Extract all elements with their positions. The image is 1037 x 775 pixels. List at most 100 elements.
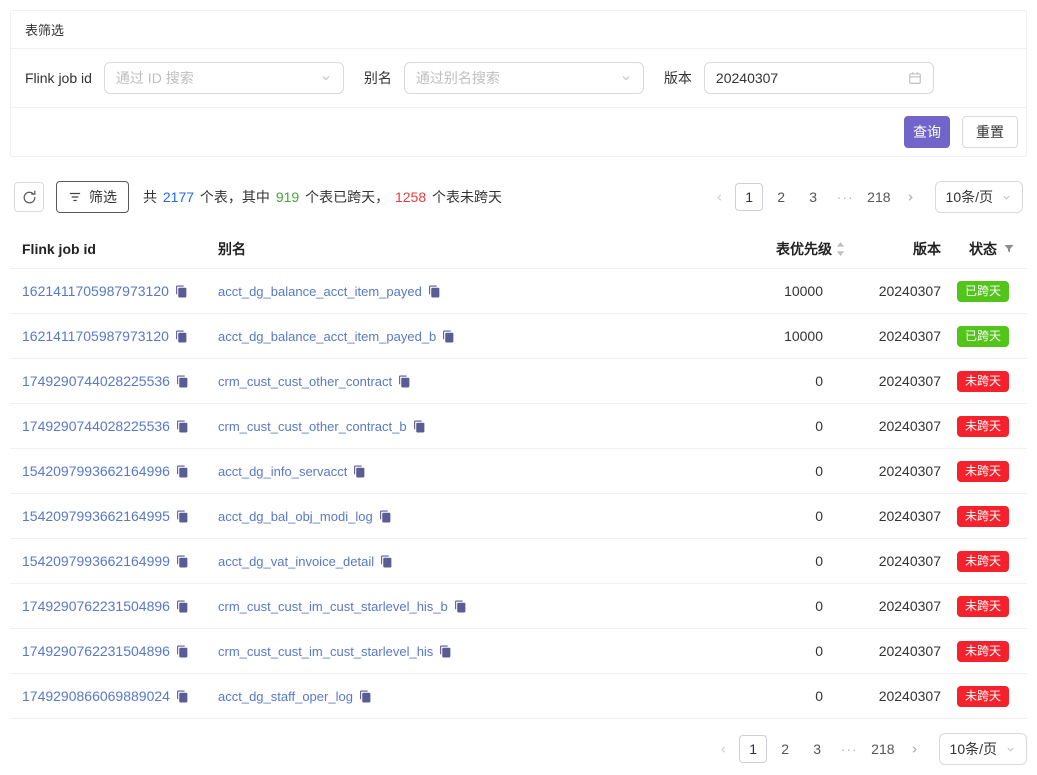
flink-job-id-field: Flink job id 通过 ID 搜索 <box>25 62 344 94</box>
total-count: 2177 <box>163 189 194 205</box>
refresh-button[interactable] <box>14 182 44 212</box>
flink-job-id-select[interactable]: 通过 ID 搜索 <box>104 62 344 94</box>
job-id-cell: 1542097993662164995 <box>22 508 218 524</box>
pagination-page-218[interactable]: 218 <box>863 183 894 211</box>
copy-icon[interactable] <box>380 555 393 568</box>
copy-icon[interactable] <box>176 510 189 523</box>
copy-icon[interactable] <box>176 555 189 568</box>
chevron-down-icon <box>1005 744 1016 755</box>
alias-cell: acct_dg_vat_invoice_detail <box>218 554 685 569</box>
status-badge: 未跨天 <box>957 461 1009 482</box>
pagination-page-1[interactable]: 1 <box>739 735 767 763</box>
copy-icon[interactable] <box>176 645 189 658</box>
flink-job-id-label: Flink job id <box>25 70 92 86</box>
alias-link[interactable]: acct_dg_balance_acct_item_payed <box>218 284 422 299</box>
alias-link[interactable]: crm_cust_cust_im_cust_starlevel_his_b <box>218 599 448 614</box>
pagination-pages: 123···218 <box>739 735 898 763</box>
page-size-select[interactable]: 10条/页 <box>935 181 1023 213</box>
job-id-link[interactable]: 1749290866069889024 <box>22 688 170 704</box>
alias-link[interactable]: acct_dg_vat_invoice_detail <box>218 554 374 569</box>
header-version-label: 版本 <box>913 239 941 259</box>
alias-link[interactable]: crm_cust_cust_other_contract_b <box>218 419 407 434</box>
priority-cell: 0 <box>685 418 845 434</box>
copy-icon[interactable] <box>175 330 188 343</box>
alias-link[interactable]: crm_cust_cust_other_contract <box>218 374 392 389</box>
status-cell: 未跨天 <box>941 686 1015 707</box>
job-id-link[interactable]: 1749290744028225536 <box>22 418 170 434</box>
table-row: 1621411705987973120 acct_dg_balance_acct… <box>10 314 1027 359</box>
crossed-count: 919 <box>276 189 299 205</box>
alias-link[interactable]: acct_dg_staff_oper_log <box>218 689 353 704</box>
job-id-link[interactable]: 1749290762231504896 <box>22 643 170 659</box>
version-cell: 20240307 <box>845 688 941 704</box>
alias-link[interactable]: crm_cust_cust_im_cust_starlevel_his <box>218 644 433 659</box>
status-badge: 未跨天 <box>957 551 1009 572</box>
priority-cell: 0 <box>685 688 845 704</box>
page-size-select[interactable]: 10条/页 <box>939 733 1027 765</box>
table-row: 1749290744028225536 crm_cust_cust_other_… <box>10 359 1027 404</box>
status-cell: 未跨天 <box>941 596 1015 617</box>
pagination-page-1[interactable]: 1 <box>735 183 763 211</box>
alias-select[interactable]: 通过别名搜索 <box>404 62 644 94</box>
alias-link[interactable]: acct_dg_balance_acct_item_payed_b <box>218 329 436 344</box>
header-alias-label: 别名 <box>218 239 246 259</box>
reset-button[interactable]: 重置 <box>962 116 1018 148</box>
pagination-page-3[interactable]: 3 <box>803 735 831 763</box>
job-id-link[interactable]: 1621411705987973120 <box>22 283 169 299</box>
pagination-page-3[interactable]: 3 <box>799 183 827 211</box>
copy-icon[interactable] <box>454 600 467 613</box>
alias-link[interactable]: acct_dg_info_servacct <box>218 464 347 479</box>
copy-icon[interactable] <box>359 690 372 703</box>
filter-funnel-icon[interactable] <box>1003 243 1015 255</box>
copy-icon[interactable] <box>413 420 426 433</box>
copy-icon[interactable] <box>175 285 188 298</box>
status-badge: 未跨天 <box>957 686 1009 707</box>
job-id-link[interactable]: 1621411705987973120 <box>22 328 169 344</box>
table-row: 1621411705987973120 acct_dg_balance_acct… <box>10 269 1027 314</box>
copy-icon[interactable] <box>428 285 441 298</box>
priority-cell: 0 <box>685 643 845 659</box>
next-page-button[interactable] <box>903 735 927 763</box>
header-priority[interactable]: 表优先级 <box>685 239 845 259</box>
prev-page-button[interactable] <box>711 735 735 763</box>
alias-field: 别名 通过别名搜索 <box>364 62 644 94</box>
job-id-link[interactable]: 1749290762231504896 <box>22 598 170 614</box>
priority-cell: 0 <box>685 373 845 389</box>
table-row: 1542097993662164996 acct_dg_info_servacc… <box>10 449 1027 494</box>
filter-toggle-button[interactable]: 筛选 <box>56 181 129 213</box>
job-id-link[interactable]: 1542097993662164999 <box>22 553 170 569</box>
table-header: Flink job id 别名 表优先级 版本 状态 <box>10 229 1027 269</box>
copy-icon[interactable] <box>442 330 455 343</box>
job-id-link[interactable]: 1542097993662164995 <box>22 508 170 524</box>
chevron-down-icon <box>1001 192 1012 203</box>
pagination-page-2[interactable]: 2 <box>771 735 799 763</box>
copy-icon[interactable] <box>398 375 411 388</box>
copy-icon[interactable] <box>176 465 189 478</box>
copy-icon[interactable] <box>176 420 189 433</box>
copy-icon[interactable] <box>353 465 366 478</box>
table-row: 1749290866069889024 acct_dg_staff_oper_l… <box>10 674 1027 719</box>
version-date-input[interactable]: 20240307 <box>704 62 934 94</box>
query-button[interactable]: 查询 <box>904 116 950 148</box>
copy-icon[interactable] <box>176 600 189 613</box>
status-cell: 未跨天 <box>941 416 1015 437</box>
job-id-link[interactable]: 1749290744028225536 <box>22 373 170 389</box>
status-cell: 已跨天 <box>941 281 1015 302</box>
job-id-cell: 1749290762231504896 <box>22 598 218 614</box>
job-id-link[interactable]: 1542097993662164996 <box>22 463 170 479</box>
job-id-cell: 1749290762231504896 <box>22 643 218 659</box>
alias-cell: acct_dg_balance_acct_item_payed_b <box>218 329 685 344</box>
copy-icon[interactable] <box>176 690 189 703</box>
pagination-page-218[interactable]: 218 <box>867 735 898 763</box>
next-page-button[interactable] <box>899 183 923 211</box>
pagination-page-2[interactable]: 2 <box>767 183 795 211</box>
sort-icon[interactable] <box>836 242 845 256</box>
prev-page-button[interactable] <box>707 183 731 211</box>
copy-icon[interactable] <box>176 375 189 388</box>
filter-fields-row: Flink job id 通过 ID 搜索 别名 通过别名搜索 <box>11 49 1026 108</box>
summary-text: 个表未跨天 <box>428 189 502 205</box>
copy-icon[interactable] <box>379 510 392 523</box>
copy-icon[interactable] <box>439 645 452 658</box>
refresh-icon <box>22 190 37 205</box>
alias-link[interactable]: acct_dg_bal_obj_modi_log <box>218 509 373 524</box>
